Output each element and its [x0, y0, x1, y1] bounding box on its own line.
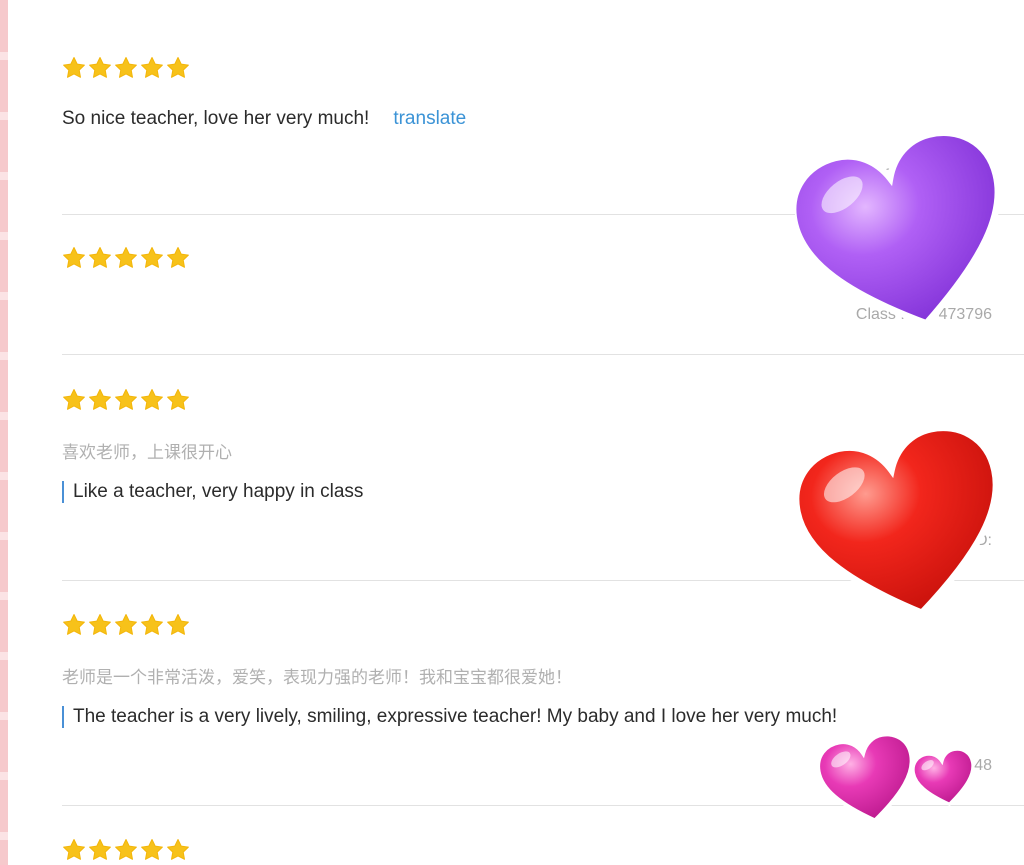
star-rating: [62, 388, 1024, 416]
star-icon: [88, 388, 112, 412]
star-rating: [62, 56, 1024, 84]
pink-heart-icon: [818, 733, 918, 829]
star-icon: [114, 838, 138, 862]
star-icon: [166, 246, 190, 270]
pink-heart-icon: [913, 748, 977, 810]
red-heart-icon: [797, 416, 1011, 642]
star-icon: [140, 56, 164, 80]
star-icon: [88, 56, 112, 80]
star-icon: [166, 613, 190, 637]
original-review-text: 老师是一个非常活泼，爱笑，表现力强的老师！我和宝宝都很爱她！: [62, 668, 572, 687]
star-icon: [140, 838, 164, 862]
translate-link[interactable]: translate: [393, 108, 466, 129]
star-icon: [166, 56, 190, 80]
star-icon: [88, 613, 112, 637]
divider: [62, 354, 1024, 355]
translated-review-text: The teacher is a very lively, smiling, e…: [62, 706, 837, 728]
review-comment-text: So nice teacher, love her very much!: [62, 108, 370, 129]
review-comment: So nice teacher, love her very much! tran…: [62, 108, 466, 130]
star-icon: [114, 388, 138, 412]
star-icon: [62, 838, 86, 862]
star-icon: [140, 613, 164, 637]
star-icon: [62, 246, 86, 270]
star-icon: [88, 246, 112, 270]
star-rating: [62, 838, 1024, 865]
original-review-text: 喜欢老师，上课很开心: [62, 443, 232, 462]
star-icon: [166, 838, 190, 862]
translated-review-text: Like a teacher, very happy in class: [62, 481, 363, 503]
review-card: [62, 838, 1024, 865]
star-icon: [140, 388, 164, 412]
left-edge-decoration: [0, 0, 8, 865]
star-icon: [114, 613, 138, 637]
star-icon: [88, 838, 112, 862]
star-icon: [114, 56, 138, 80]
star-icon: [62, 388, 86, 412]
star-icon: [114, 246, 138, 270]
purple-heart-icon: [795, 122, 1015, 354]
star-icon: [62, 56, 86, 80]
star-icon: [166, 388, 190, 412]
star-icon: [62, 613, 86, 637]
star-icon: [140, 246, 164, 270]
